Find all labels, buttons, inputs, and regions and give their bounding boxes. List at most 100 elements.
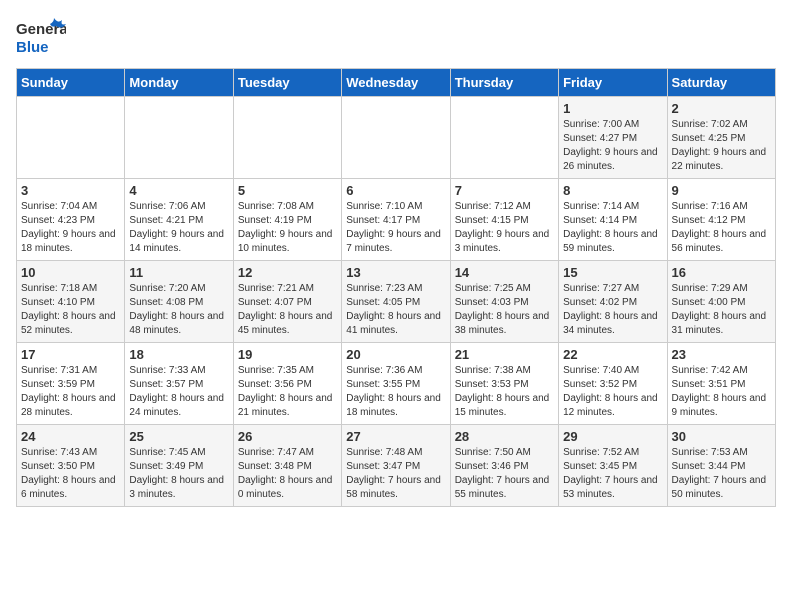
week-row-0: 1Sunrise: 7:00 AM Sunset: 4:27 PM Daylig… bbox=[17, 97, 776, 179]
day-info: Sunrise: 7:45 AM Sunset: 3:49 PM Dayligh… bbox=[129, 446, 228, 502]
day-info: Sunrise: 7:38 AM Sunset: 3:53 PM Dayligh… bbox=[455, 364, 554, 420]
day-number: 20 bbox=[346, 347, 445, 362]
weekday-header-sunday: Sunday bbox=[17, 69, 125, 97]
calendar-cell: 28 Sunrise: 7:50 AM Sunset: 3:46 PM Dayli… bbox=[450, 425, 558, 507]
day-number: 16 bbox=[672, 265, 771, 280]
day-number: 29 bbox=[563, 429, 662, 444]
calendar-cell: 16 Sunrise: 7:29 AM Sunset: 4:00 PM Dayli… bbox=[667, 261, 775, 343]
header: GeneralBlue bbox=[16, 16, 776, 60]
day-number: 28 bbox=[455, 429, 554, 444]
day-info: Sunrise: 7:43 AM Sunset: 3:50 PM Dayligh… bbox=[21, 446, 120, 502]
day-info: Sunrise: 7:29 AM Sunset: 4:00 PM Dayligh… bbox=[672, 282, 771, 338]
day-number: 12 bbox=[238, 265, 337, 280]
weekday-header-wednesday: Wednesday bbox=[342, 69, 450, 97]
day-info: Sunrise: 7:35 AM Sunset: 3:56 PM Dayligh… bbox=[238, 364, 337, 420]
weekday-header-tuesday: Tuesday bbox=[233, 69, 341, 97]
calendar-cell: 29 Sunrise: 7:52 AM Sunset: 3:45 PM Dayli… bbox=[559, 425, 667, 507]
day-number: 6 bbox=[346, 183, 445, 198]
day-number: 26 bbox=[238, 429, 337, 444]
day-number: 7 bbox=[455, 183, 554, 198]
calendar-cell: 25 Sunrise: 7:45 AM Sunset: 3:49 PM Dayli… bbox=[125, 425, 233, 507]
calendar-cell: 24 Sunrise: 7:43 AM Sunset: 3:50 PM Dayli… bbox=[17, 425, 125, 507]
week-row-1: 3 Sunrise: 7:04 AM Sunset: 4:23 PM Daylig… bbox=[17, 179, 776, 261]
day-number: 25 bbox=[129, 429, 228, 444]
day-info: Sunrise: 7:06 AM Sunset: 4:21 PM Dayligh… bbox=[129, 200, 228, 256]
calendar-cell: 20 Sunrise: 7:36 AM Sunset: 3:55 PM Dayli… bbox=[342, 343, 450, 425]
day-number: 2 bbox=[672, 101, 771, 116]
day-info: Sunrise: 7:20 AM Sunset: 4:08 PM Dayligh… bbox=[129, 282, 228, 338]
calendar-cell: 5 Sunrise: 7:08 AM Sunset: 4:19 PM Daylig… bbox=[233, 179, 341, 261]
calendar-cell: 19 Sunrise: 7:35 AM Sunset: 3:56 PM Dayli… bbox=[233, 343, 341, 425]
day-info: Sunrise: 7:23 AM Sunset: 4:05 PM Dayligh… bbox=[346, 282, 445, 338]
day-number: 19 bbox=[238, 347, 337, 362]
calendar-cell: 17 Sunrise: 7:31 AM Sunset: 3:59 PM Dayli… bbox=[17, 343, 125, 425]
day-number: 13 bbox=[346, 265, 445, 280]
week-row-3: 17 Sunrise: 7:31 AM Sunset: 3:59 PM Dayli… bbox=[17, 343, 776, 425]
calendar-cell: 21Sunrise: 7:38 AM Sunset: 3:53 PM Dayli… bbox=[450, 343, 558, 425]
day-number: 4 bbox=[129, 183, 228, 198]
calendar-cell: 1Sunrise: 7:00 AM Sunset: 4:27 PM Daylig… bbox=[559, 97, 667, 179]
calendar-cell bbox=[17, 97, 125, 179]
logo: GeneralBlue bbox=[16, 16, 66, 60]
weekday-header-thursday: Thursday bbox=[450, 69, 558, 97]
day-number: 27 bbox=[346, 429, 445, 444]
calendar-cell: 14 Sunrise: 7:25 AM Sunset: 4:03 PM Dayli… bbox=[450, 261, 558, 343]
day-info: Sunrise: 7:31 AM Sunset: 3:59 PM Dayligh… bbox=[21, 364, 120, 420]
day-info: Sunrise: 7:52 AM Sunset: 3:45 PM Dayligh… bbox=[563, 446, 662, 502]
day-number: 22 bbox=[563, 347, 662, 362]
day-info: Sunrise: 7:14 AM Sunset: 4:14 PM Dayligh… bbox=[563, 200, 662, 256]
day-info: Sunrise: 7:21 AM Sunset: 4:07 PM Dayligh… bbox=[238, 282, 337, 338]
day-number: 14 bbox=[455, 265, 554, 280]
day-number: 9 bbox=[672, 183, 771, 198]
calendar-cell: 3 Sunrise: 7:04 AM Sunset: 4:23 PM Daylig… bbox=[17, 179, 125, 261]
calendar-cell: 6Sunrise: 7:10 AM Sunset: 4:17 PM Daylig… bbox=[342, 179, 450, 261]
day-number: 30 bbox=[672, 429, 771, 444]
calendar-cell: 13 Sunrise: 7:23 AM Sunset: 4:05 PM Dayli… bbox=[342, 261, 450, 343]
calendar-cell bbox=[233, 97, 341, 179]
calendar-cell bbox=[450, 97, 558, 179]
calendar-cell: 15Sunrise: 7:27 AM Sunset: 4:02 PM Dayli… bbox=[559, 261, 667, 343]
day-info: Sunrise: 7:18 AM Sunset: 4:10 PM Dayligh… bbox=[21, 282, 120, 338]
calendar-cell: 4 Sunrise: 7:06 AM Sunset: 4:21 PM Daylig… bbox=[125, 179, 233, 261]
day-info: Sunrise: 7:04 AM Sunset: 4:23 PM Dayligh… bbox=[21, 200, 120, 256]
weekday-header-row: SundayMondayTuesdayWednesdayThursdayFrid… bbox=[17, 69, 776, 97]
day-number: 1 bbox=[563, 101, 662, 116]
day-info: Sunrise: 7:02 AM Sunset: 4:25 PM Dayligh… bbox=[672, 118, 771, 174]
day-number: 3 bbox=[21, 183, 120, 198]
calendar-cell: 8 Sunrise: 7:14 AM Sunset: 4:14 PM Daylig… bbox=[559, 179, 667, 261]
svg-text:Blue: Blue bbox=[16, 39, 49, 56]
calendar-cell: 30 Sunrise: 7:53 AM Sunset: 3:44 PM Dayli… bbox=[667, 425, 775, 507]
week-row-2: 10 Sunrise: 7:18 AM Sunset: 4:10 PM Dayli… bbox=[17, 261, 776, 343]
day-number: 18 bbox=[129, 347, 228, 362]
day-info: Sunrise: 7:16 AM Sunset: 4:12 PM Dayligh… bbox=[672, 200, 771, 256]
day-info: Sunrise: 7:25 AM Sunset: 4:03 PM Dayligh… bbox=[455, 282, 554, 338]
day-info: Sunrise: 7:33 AM Sunset: 3:57 PM Dayligh… bbox=[129, 364, 228, 420]
day-info: Sunrise: 7:27 AM Sunset: 4:02 PM Dayligh… bbox=[563, 282, 662, 338]
calendar-cell: 18 Sunrise: 7:33 AM Sunset: 3:57 PM Dayli… bbox=[125, 343, 233, 425]
calendar-table: SundayMondayTuesdayWednesdayThursdayFrid… bbox=[16, 68, 776, 507]
day-number: 10 bbox=[21, 265, 120, 280]
day-number: 17 bbox=[21, 347, 120, 362]
day-number: 5 bbox=[238, 183, 337, 198]
calendar-cell: 22Sunrise: 7:40 AM Sunset: 3:52 PM Dayli… bbox=[559, 343, 667, 425]
weekday-header-monday: Monday bbox=[125, 69, 233, 97]
calendar-cell: 23 Sunrise: 7:42 AM Sunset: 3:51 PM Dayli… bbox=[667, 343, 775, 425]
day-number: 24 bbox=[21, 429, 120, 444]
day-info: Sunrise: 7:48 AM Sunset: 3:47 PM Dayligh… bbox=[346, 446, 445, 502]
day-info: Sunrise: 7:42 AM Sunset: 3:51 PM Dayligh… bbox=[672, 364, 771, 420]
calendar-cell: 27 Sunrise: 7:48 AM Sunset: 3:47 PM Dayli… bbox=[342, 425, 450, 507]
day-info: Sunrise: 7:36 AM Sunset: 3:55 PM Dayligh… bbox=[346, 364, 445, 420]
day-info: Sunrise: 7:12 AM Sunset: 4:15 PM Dayligh… bbox=[455, 200, 554, 256]
calendar-cell: 10 Sunrise: 7:18 AM Sunset: 4:10 PM Dayli… bbox=[17, 261, 125, 343]
week-row-4: 24 Sunrise: 7:43 AM Sunset: 3:50 PM Dayli… bbox=[17, 425, 776, 507]
day-info: Sunrise: 7:50 AM Sunset: 3:46 PM Dayligh… bbox=[455, 446, 554, 502]
day-info: Sunrise: 7:08 AM Sunset: 4:19 PM Dayligh… bbox=[238, 200, 337, 256]
day-number: 11 bbox=[129, 265, 228, 280]
calendar-cell bbox=[125, 97, 233, 179]
weekday-header-friday: Friday bbox=[559, 69, 667, 97]
calendar-cell: 7 Sunrise: 7:12 AM Sunset: 4:15 PM Daylig… bbox=[450, 179, 558, 261]
day-number: 8 bbox=[563, 183, 662, 198]
day-info: Sunrise: 7:47 AM Sunset: 3:48 PM Dayligh… bbox=[238, 446, 337, 502]
day-info: Sunrise: 7:53 AM Sunset: 3:44 PM Dayligh… bbox=[672, 446, 771, 502]
day-number: 23 bbox=[672, 347, 771, 362]
